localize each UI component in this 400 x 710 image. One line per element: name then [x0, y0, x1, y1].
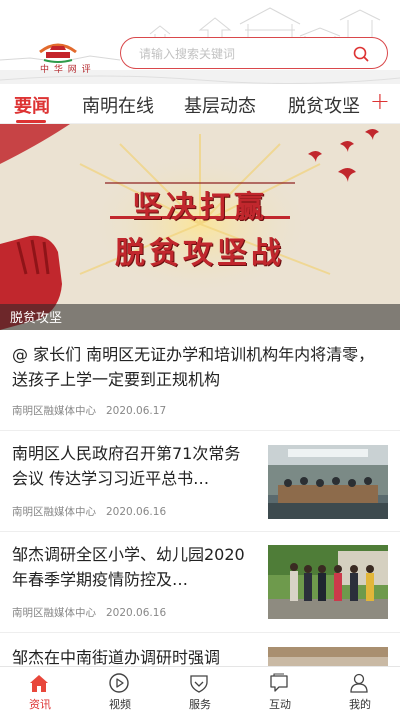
news-date: 2020.06.16	[106, 506, 167, 518]
news-source: 南明区融媒体中心	[12, 405, 96, 417]
news-item[interactable]: 南明区人民政府召开第71次常务会议 传达学习习近平总书… 南明区融媒体中心 202…	[0, 431, 400, 531]
banner-caption: 脱贫攻坚	[10, 311, 63, 326]
nav-news-label: 资讯	[29, 698, 51, 710]
bottom-navigation: 资讯 视频 服务 互动 我的	[0, 666, 400, 710]
banner-headline-line2: 脱贫攻坚战	[115, 236, 285, 271]
news-meta: 南明区融媒体中心 2020.06.16	[12, 605, 166, 620]
news-title[interactable]: 邹杰在中南街道办调研时强调	[12, 645, 262, 666]
featured-banner[interactable]: 坚决打赢 脱贫攻坚战 脱贫攻坚	[0, 124, 400, 330]
news-thumbnail[interactable]	[268, 647, 388, 666]
nav-profile-label: 我的	[349, 698, 371, 710]
chat-icon	[270, 673, 288, 692]
news-item[interactable]: 邹杰在中南街道办调研时强调	[0, 633, 400, 666]
app-header: 中 华 网 评	[0, 0, 400, 84]
search-icon[interactable]	[353, 46, 369, 62]
news-source: 南明区融媒体中心	[12, 607, 96, 619]
nav-news[interactable]: 资讯	[0, 667, 80, 710]
banner-headline-line1: 坚决打赢	[132, 190, 268, 225]
search-bar[interactable]	[120, 37, 388, 69]
nav-interact[interactable]: 互动	[240, 667, 320, 710]
news-source: 南明区融媒体中心	[12, 506, 96, 518]
nav-profile[interactable]: 我的	[320, 667, 400, 710]
nav-video-label: 视频	[109, 698, 131, 710]
nav-video[interactable]: 视频	[80, 667, 160, 710]
news-thumbnail-visit[interactable]	[268, 545, 388, 619]
app-logo-text: 中 华 网 评	[40, 65, 92, 75]
tab-headlines[interactable]: 要闻	[14, 92, 50, 118]
tab-nanming-online[interactable]: 南明在线	[82, 92, 154, 118]
category-tabs: 要闻 南明在线 基层动态 脱贫攻坚 +	[0, 84, 400, 124]
add-tab-icon[interactable]: +	[370, 87, 390, 115]
heart-icon	[190, 675, 208, 693]
news-meta: 南明区融媒体中心 2020.06.17	[12, 403, 166, 418]
news-thumbnail-meeting[interactable]	[268, 445, 388, 519]
nav-services-label: 服务	[189, 698, 211, 710]
news-meta: 南明区融媒体中心 2020.06.16	[12, 504, 166, 519]
tab-grassroots-news[interactable]: 基层动态	[184, 92, 256, 118]
news-item[interactable]: @ 家长们 南明区无证办学和培训机构年内将清零，送孩子上学一定要到正规机构 南明…	[0, 330, 400, 430]
search-input[interactable]	[139, 45, 349, 63]
home-icon	[30, 675, 48, 692]
nav-services[interactable]: 服务	[160, 667, 240, 710]
news-title[interactable]: 邹杰调研全区小学、幼儿园2020年春季学期疫情防控及…	[12, 542, 252, 592]
active-tab-indicator	[16, 120, 46, 123]
play-icon	[109, 673, 129, 693]
news-title[interactable]: 南明区人民政府召开第71次常务会议 传达学习习近平总书…	[12, 441, 252, 491]
banner-headline: 坚决打赢 脱贫攻坚战	[0, 182, 400, 272]
news-item[interactable]: 邹杰调研全区小学、幼儿园2020年春季学期疫情防控及… 南明区融媒体中心 2020…	[0, 532, 400, 632]
news-date: 2020.06.16	[106, 607, 167, 619]
news-date: 2020.06.17	[106, 405, 167, 417]
user-icon	[350, 673, 368, 693]
news-title[interactable]: @ 家长们 南明区无证办学和培训机构年内将清零，送孩子上学一定要到正规机构	[12, 342, 388, 392]
nav-interact-label: 互动	[269, 698, 291, 710]
tab-poverty-alleviation[interactable]: 脱贫攻坚	[288, 92, 360, 118]
